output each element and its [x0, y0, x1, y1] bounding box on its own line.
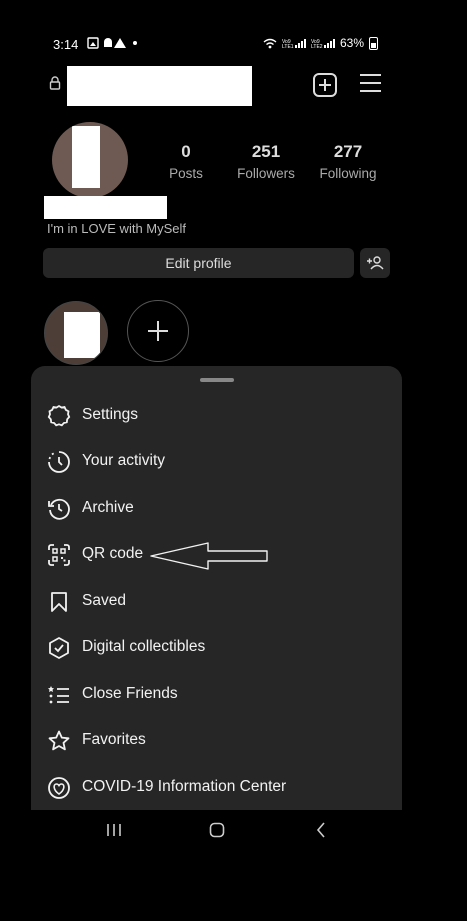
- battery-icon: [369, 36, 378, 50]
- menu-item-label: Settings: [82, 406, 139, 423]
- profile-bio: I'm in LOVE with MySelf: [47, 221, 187, 236]
- wifi-icon: [263, 38, 277, 48]
- lock-icon: [49, 76, 61, 90]
- menu-item-close-friends[interactable]: Close Friends: [31, 671, 402, 717]
- status-bar: 3:14 Vo9 LTE1 Vo9 LTE2 63%: [31, 30, 402, 58]
- menu-item-favorites[interactable]: Favorites: [31, 717, 402, 763]
- posts-label: Posts: [169, 166, 203, 181]
- followers-stat[interactable]: 251 Followers: [226, 142, 306, 181]
- avatar-redaction: [72, 126, 100, 188]
- recent-apps-icon[interactable]: [106, 822, 122, 838]
- phone-screen: 3:14 Vo9 LTE1 Vo9 LTE2 63% 0 Posts 251 F…: [31, 30, 402, 856]
- profile-menu-sheet: Settings Your activity Archive QR code S…: [31, 366, 402, 810]
- sheet-drag-handle[interactable]: [200, 378, 234, 382]
- menu-item-saved[interactable]: Saved: [31, 578, 402, 624]
- menu-item-label: Archive: [82, 499, 134, 516]
- close-friends-icon: [48, 686, 69, 704]
- story-highlight[interactable]: [44, 301, 108, 365]
- menu-item-your-activity[interactable]: Your activity: [31, 438, 402, 484]
- activity-icon: [48, 451, 70, 473]
- menu-item-archive[interactable]: Archive: [31, 485, 402, 531]
- menu-item-label: QR code: [82, 545, 144, 562]
- following-stat[interactable]: 277 Following: [308, 142, 388, 181]
- covid-info-icon: [48, 777, 70, 799]
- discover-people-button[interactable]: [360, 248, 390, 278]
- archive-icon: [48, 498, 70, 520]
- battery-percent: 63%: [339, 36, 364, 50]
- menu-item-label: Your activity: [82, 452, 165, 469]
- display-name-redacted: [44, 196, 167, 219]
- qr-code-icon: [48, 544, 70, 566]
- create-post-icon[interactable]: [313, 73, 337, 97]
- signal-1-icon: Vo9 LTE1: [282, 38, 306, 49]
- signal-2-icon: Vo9 LTE2: [311, 38, 335, 49]
- settings-icon: [47, 404, 71, 427]
- following-label: Following: [319, 166, 377, 181]
- menu-item-label: Saved: [82, 592, 126, 609]
- add-person-icon: [367, 256, 384, 270]
- menu-item-covid-info[interactable]: COVID-19 Information Center: [31, 764, 402, 810]
- followers-label: Followers: [237, 166, 295, 181]
- hamburger-menu-icon[interactable]: [360, 74, 381, 98]
- status-icons-right: Vo9 LTE1 Vo9 LTE2 63%: [263, 36, 378, 50]
- back-icon[interactable]: [315, 822, 327, 838]
- posts-count: 0: [181, 142, 191, 161]
- followers-count: 251: [251, 142, 281, 161]
- menu-item-digital-collectibles[interactable]: Digital collectibles: [31, 624, 402, 670]
- posts-stat[interactable]: 0 Posts: [146, 142, 226, 181]
- profile-header: [31, 58, 402, 114]
- menu-item-settings[interactable]: Settings: [31, 392, 402, 438]
- status-time: 3:14: [53, 37, 79, 52]
- svg-text:LTE2: LTE2: [311, 44, 323, 49]
- new-highlight-button[interactable]: [127, 300, 189, 362]
- highlight-redaction: [64, 312, 100, 358]
- notification-icons-glyph: [87, 37, 137, 49]
- profile-avatar[interactable]: [52, 122, 128, 198]
- menu-item-label: Digital collectibles: [82, 638, 206, 655]
- username-redacted[interactable]: [67, 66, 252, 106]
- star-icon: [48, 730, 70, 751]
- following-count: 277: [333, 142, 363, 161]
- menu-item-label: Favorites: [82, 731, 146, 748]
- home-icon[interactable]: [209, 822, 225, 838]
- collectibles-icon: [49, 637, 69, 659]
- bookmark-icon: [51, 592, 67, 612]
- svg-text:LTE1: LTE1: [282, 44, 294, 49]
- android-nav-bar: [31, 810, 402, 856]
- edit-profile-button[interactable]: Edit profile: [43, 248, 354, 278]
- menu-item-label: Close Friends: [82, 685, 178, 702]
- annotation-arrow-icon: [150, 542, 268, 570]
- menu-item-label: COVID-19 Information Center: [82, 778, 287, 795]
- notification-icons: [87, 37, 145, 52]
